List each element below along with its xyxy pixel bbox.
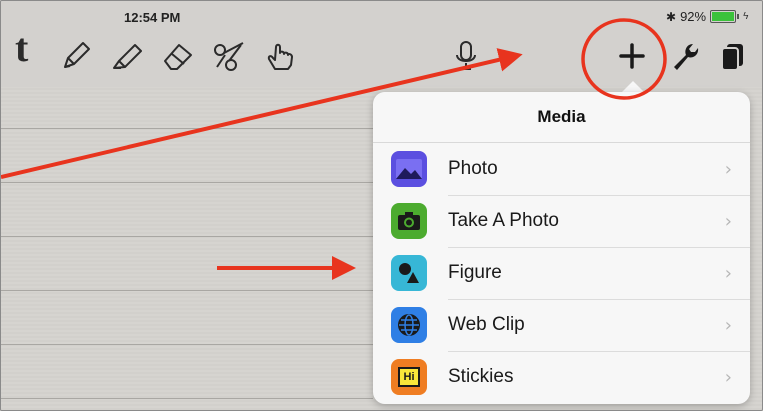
highlight-circle: [581, 18, 667, 100]
annotation-arrow-top: [1, 48, 523, 179]
annotation-overlay: [1, 18, 667, 280]
app-window: 12:54 PM ✱ 92% ϟ t Media Photo › Take A …: [0, 0, 763, 411]
